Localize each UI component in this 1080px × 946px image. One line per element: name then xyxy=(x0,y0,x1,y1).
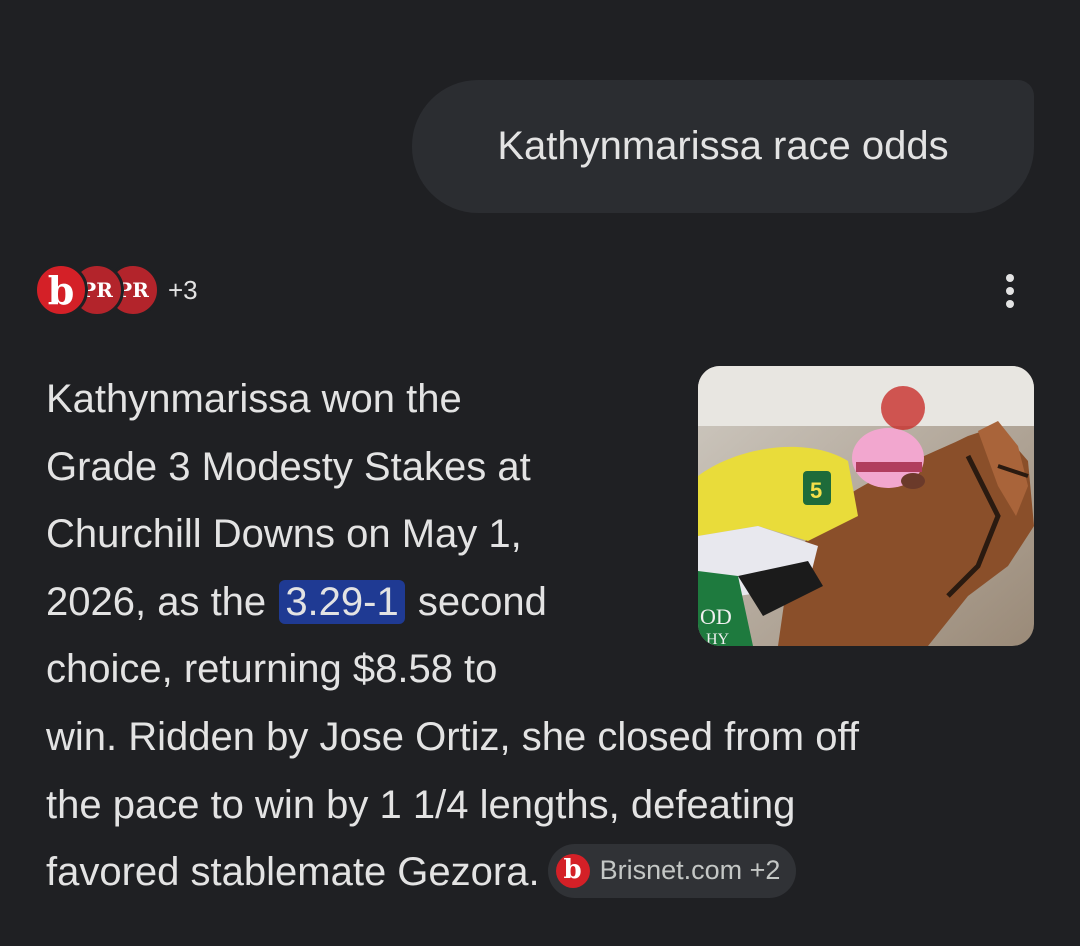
answer-line: choice, returning $8.58 to xyxy=(46,647,498,692)
answer-line-odds: 2026, as the 3.29-1 second xyxy=(46,569,1046,637)
citation-chip[interactable]: b Brisnet.com +2 xyxy=(547,843,797,898)
source-logo-brisnet: b xyxy=(34,263,88,317)
user-query-text: Kathynmarissa race odds xyxy=(497,124,949,168)
answer-line: favored stablemate Gezora. xyxy=(46,850,540,895)
answer-line-last: favored stablemate Gezora. b Brisnet.com +… xyxy=(46,839,1046,907)
odds-highlight[interactable]: 3.29-1 xyxy=(279,579,405,624)
sources-more-count: +3 xyxy=(168,274,198,305)
user-query-bubble: Kathynmarissa race odds xyxy=(412,80,1034,213)
ai-answer-text: Kathynmarissa won the Grade 3 Modesty St… xyxy=(46,366,1046,907)
more-options-icon[interactable] xyxy=(990,268,1030,314)
brisnet-logo-icon: b xyxy=(555,853,590,888)
answer-line: win. Ridden by Jose Ortiz, she closed fr… xyxy=(46,714,859,759)
answer-line: Kathynmarissa won the xyxy=(46,377,462,421)
answer-line: Churchill Downs on May 1, xyxy=(46,512,522,557)
answer-line: Grade 3 Modesty Stakes at xyxy=(46,444,531,489)
answer-line: the pace to win by 1 1/4 lengths, defeat… xyxy=(46,782,796,827)
citation-label: Brisnet.com +2 xyxy=(599,854,781,885)
sources-button[interactable]: b PR PR +3 xyxy=(34,261,198,319)
answer-line-prefix: 2026, as the xyxy=(46,579,267,624)
answer-line-suffix: second xyxy=(417,579,547,624)
